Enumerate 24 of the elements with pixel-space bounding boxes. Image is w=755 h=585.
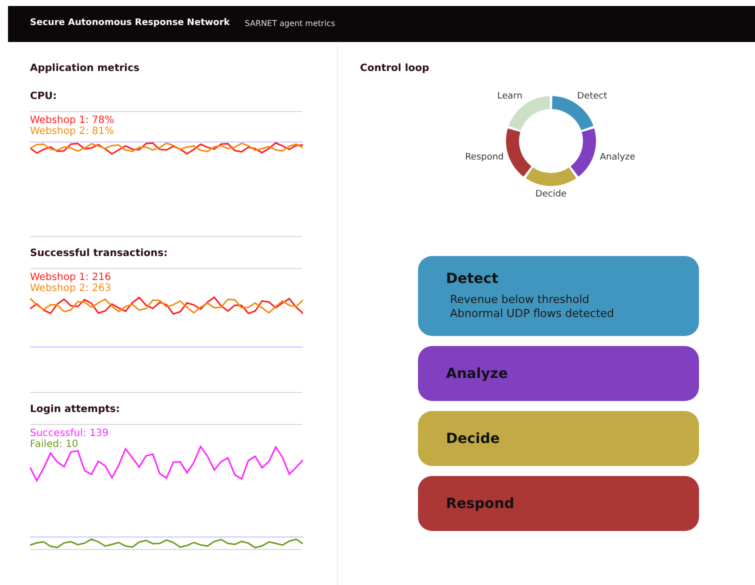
chart-title: Successful transactions:: [30, 248, 169, 260]
legend-label: Failed: 10: [30, 439, 80, 450]
stage-detail: Revenue below threshold: [450, 293, 590, 307]
stage-title: Respond: [446, 496, 516, 512]
app-subtitle: SARNET agent metrics: [244, 18, 336, 30]
chart-title: CPU:: [30, 91, 58, 103]
stage-detail: Abnormal UDP flows detected: [450, 307, 616, 321]
chart-title: Login attempts:: [30, 404, 121, 416]
app-title: Secure Autonomous Response Network: [30, 17, 230, 30]
legend-label: Webshop 1: 78%: [30, 115, 114, 126]
legend-label: Webshop 1: 216: [30, 272, 111, 283]
donut-label: Decide: [535, 188, 567, 202]
donut-label: Analyze: [600, 150, 636, 164]
legend-label: Successful: 139: [30, 428, 109, 439]
donut-label: Learn: [497, 90, 522, 104]
donut-label: Respond: [465, 150, 504, 164]
stage-title: Analyze: [446, 366, 509, 382]
stage-title: Detect: [446, 271, 500, 287]
section-title: Application metrics: [30, 63, 140, 75]
legend-label: Webshop 2: 263: [30, 283, 111, 294]
legend-label: Webshop 2: 81%: [30, 126, 114, 137]
donut-label: Detect: [577, 90, 608, 104]
stage-title: Decide: [446, 430, 501, 446]
section-title: Control loop: [360, 63, 430, 75]
